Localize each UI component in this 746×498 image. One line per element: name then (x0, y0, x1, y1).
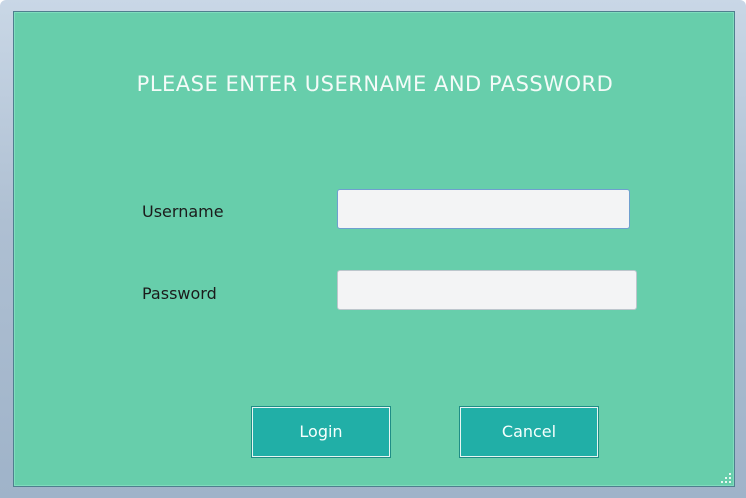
password-label: Password (142, 284, 217, 303)
password-input[interactable] (337, 270, 637, 310)
grip-dot (725, 481, 727, 483)
username-input[interactable] (337, 189, 630, 229)
login-button[interactable]: Login (251, 406, 391, 458)
grip-dot (725, 477, 727, 479)
username-label: Username (142, 202, 224, 221)
grip-dot (729, 481, 731, 483)
grip-dot (729, 473, 731, 475)
login-dialog: PLEASE ENTER USERNAME AND PASSWORD Usern… (13, 11, 735, 487)
dialog-heading: PLEASE ENTER USERNAME AND PASSWORD (136, 72, 614, 96)
window-frame: PLEASE ENTER USERNAME AND PASSWORD Usern… (0, 0, 746, 498)
grip-dot (721, 481, 723, 483)
grip-dot (729, 477, 731, 479)
resize-grip-icon[interactable] (719, 471, 731, 483)
cancel-button[interactable]: Cancel (459, 406, 599, 458)
